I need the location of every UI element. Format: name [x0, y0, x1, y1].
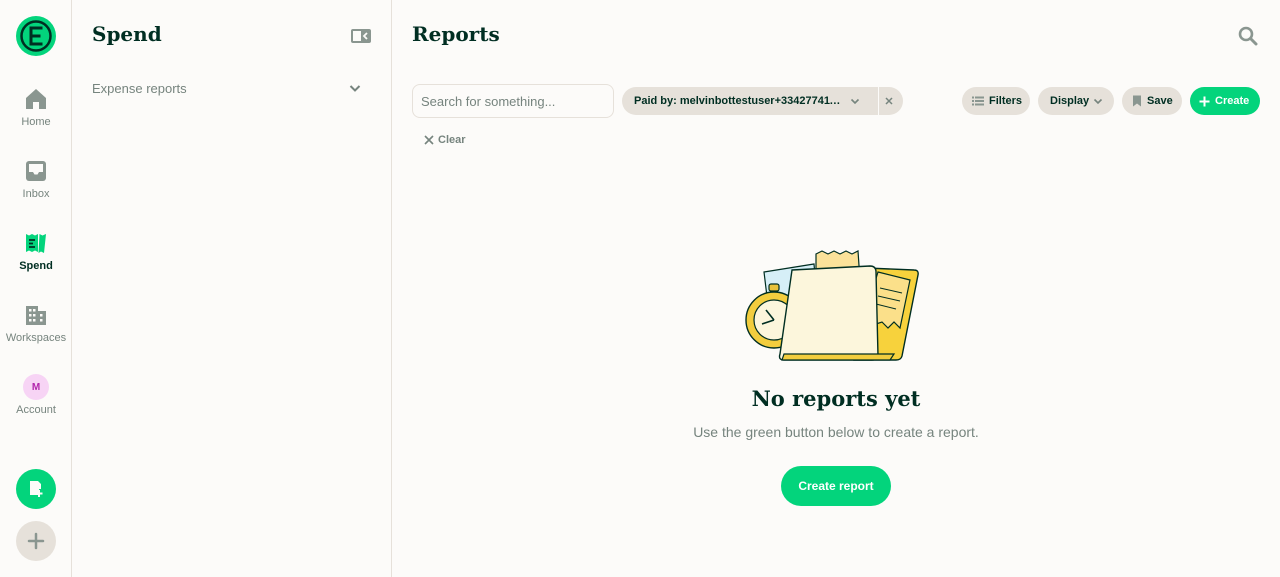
plus-icon [27, 532, 45, 550]
spend-sidebar: Spend Expense reports [72, 0, 392, 577]
empty-state-title: No reports yet [751, 386, 921, 411]
search-icon [1238, 26, 1258, 46]
chevron-down-icon [349, 85, 361, 92]
nav-account[interactable]: M Account [0, 374, 72, 434]
bookmark-icon [1133, 95, 1141, 107]
sidebar-item-label: Expense reports [92, 80, 187, 96]
add-button[interactable] [16, 521, 56, 561]
filters-button-label: Filters [989, 95, 1023, 107]
expensify-logo-icon[interactable] [16, 16, 56, 56]
sidebar-item-expense-reports[interactable]: Expense reports [92, 76, 362, 100]
remove-filter-button[interactable] [879, 87, 903, 115]
close-icon [884, 97, 893, 105]
search-button[interactable] [1238, 26, 1258, 46]
page-title: Reports [412, 22, 500, 46]
display-button[interactable]: Display [1038, 87, 1114, 115]
display-button-label: Display [1050, 95, 1090, 107]
create-report-button[interactable]: Create report [781, 466, 891, 506]
nav-home-label: Home [21, 116, 51, 128]
filter-icon [972, 96, 984, 106]
new-expense-button[interactable] [16, 469, 56, 509]
create-button-label: Create [1215, 95, 1250, 107]
clear-filters-label: Clear [438, 134, 466, 146]
collapse-sidebar-button[interactable] [350, 27, 372, 45]
nav-spend-label: Spend [19, 260, 53, 272]
building-icon [23, 302, 49, 328]
nav-rail: Home Inbox Spend Workspaces M Account [0, 0, 72, 577]
save-search-button[interactable]: Save [1122, 87, 1182, 115]
close-icon [424, 135, 434, 145]
empty-state-subtitle: Use the green button below to create a r… [693, 424, 979, 440]
receipt-icon [23, 230, 49, 256]
nav-home[interactable]: Home [0, 86, 72, 146]
nav-inbox-label: Inbox [22, 188, 50, 200]
avatar: M [23, 374, 49, 400]
nav-account-label: Account [16, 404, 56, 416]
nav-workspaces-label: Workspaces [5, 332, 67, 344]
save-button-label: Save [1147, 95, 1173, 107]
folder-stopwatch-receipt-illustration [745, 250, 919, 361]
sidebar-title: Spend [92, 22, 162, 46]
filters-button[interactable]: Filters [962, 87, 1030, 115]
paid-by-filter-label: Paid by: melvinbottestuser+33427741156_1… [634, 95, 844, 107]
home-icon [23, 86, 49, 112]
chevron-down-icon [1094, 98, 1103, 105]
clear-filters-button[interactable]: Clear [424, 132, 466, 148]
new-expense-icon [30, 481, 43, 497]
inbox-icon [23, 158, 49, 184]
plus-icon [1199, 96, 1210, 106]
nav-inbox[interactable]: Inbox [0, 158, 72, 218]
create-button[interactable]: Create [1190, 87, 1260, 115]
search-input[interactable] [412, 84, 614, 118]
paid-by-filter-chip[interactable]: Paid by: melvinbottestuser+33427741156_1… [622, 87, 878, 115]
sidebar-collapse-icon [351, 29, 371, 43]
nav-spend[interactable]: Spend [0, 230, 72, 290]
nav-workspaces[interactable]: Workspaces [0, 302, 72, 362]
reports-main: Reports Paid by: melvinbottestuser+33427… [392, 0, 1280, 577]
chevron-down-icon [850, 98, 860, 105]
